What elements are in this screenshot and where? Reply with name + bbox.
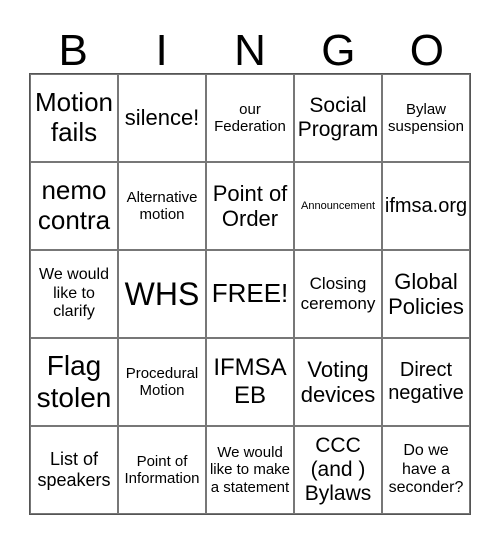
bingo-cell[interactable]: We would like to make a statement — [206, 426, 294, 514]
bingo-cell[interactable]: Motion fails — [30, 74, 118, 162]
bingo-cell[interactable]: FREE! — [206, 250, 294, 338]
header-letter: G — [321, 26, 356, 75]
bingo-cell[interactable]: List of speakers — [30, 426, 118, 514]
bingo-cell[interactable]: Point of Information — [118, 426, 206, 514]
bingo-cell[interactable]: Procedural Motion — [118, 338, 206, 426]
bingo-cell[interactable]: ifmsa.org — [382, 162, 470, 250]
bingo-cell[interactable]: Closing ceremony — [294, 250, 382, 338]
bingo-cell[interactable]: Global Policies — [382, 250, 470, 338]
bingo-header: B I N G O — [29, 28, 471, 74]
bingo-cell[interactable]: IFMSA EB — [206, 338, 294, 426]
bingo-cell[interactable]: nemo contra — [30, 162, 118, 250]
bingo-cell[interactable]: our Federation — [206, 74, 294, 162]
header-letter: N — [234, 26, 266, 75]
header-letter: O — [409, 26, 444, 75]
bingo-cell[interactable]: Do we have a seconder? — [382, 426, 470, 514]
bingo-cell[interactable]: Alternative motion — [118, 162, 206, 250]
bingo-cell[interactable]: CCC (and ) Bylaws — [294, 426, 382, 514]
header-letter: B — [58, 26, 88, 75]
bingo-grid: Motion fails silence! our Federation Social… — [29, 73, 471, 515]
bingo-cell[interactable]: Social Program — [294, 74, 382, 162]
bingo-cell[interactable]: WHS — [118, 250, 206, 338]
bingo-cell[interactable]: Bylaw suspension — [382, 74, 470, 162]
bingo-cell[interactable]: silence! — [118, 74, 206, 162]
bingo-cell[interactable]: We would like to clarify — [30, 250, 118, 338]
bingo-cell[interactable]: Direct negative — [382, 338, 470, 426]
bingo-cell[interactable]: Point of Order — [206, 162, 294, 250]
header-letter: I — [155, 26, 168, 75]
bingo-cell[interactable]: Flag stolen — [30, 338, 118, 426]
bingo-cell[interactable]: Voting devices — [294, 338, 382, 426]
bingo-cell[interactable]: Announcement — [294, 162, 382, 250]
